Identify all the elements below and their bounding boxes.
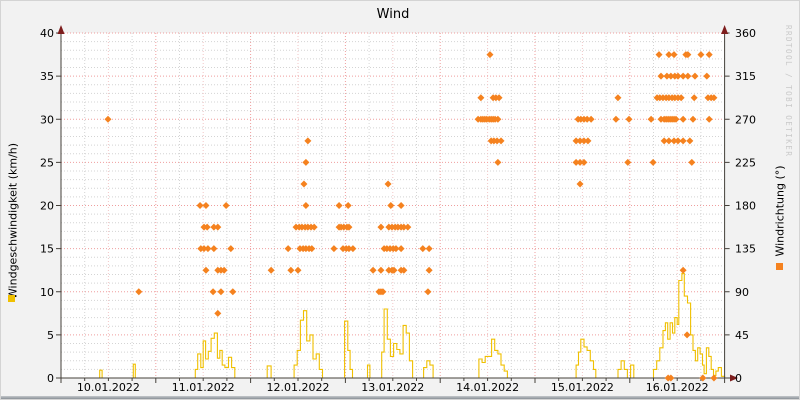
- y-right-tick-label: 360: [735, 27, 756, 40]
- x-date-label: 16.01.2022: [646, 381, 709, 394]
- y-left-tick-label: 35: [40, 70, 54, 83]
- y-right-tick-label: 45: [735, 329, 749, 342]
- y-left-tick-label: 0: [47, 372, 54, 385]
- y-left-tick-label: 30: [40, 113, 54, 126]
- x-date-label: 12.01.2022: [267, 381, 330, 394]
- x-date-label: 14.01.2022: [456, 381, 519, 394]
- y-right-tick-label: 90: [735, 286, 749, 299]
- x-date-label: 10.01.2022: [77, 381, 140, 394]
- plot-svg: 0 5 10 15 20 25 30 35 40 0 45 90 135 180 225 270 315 360 1…: [40, 25, 756, 394]
- x-date-label: 13.01.2022: [361, 381, 424, 394]
- y-left-tick-label: 20: [40, 200, 54, 213]
- x-date-label: 11.01.2022: [172, 381, 235, 394]
- chart-title: Wind: [376, 7, 410, 22]
- x-date-label: 15.01.2022: [551, 381, 614, 394]
- y-left-tick-label: 10: [40, 286, 54, 299]
- y-right-tick-label: 315: [735, 70, 756, 83]
- y-right-tick-label: 135: [735, 243, 756, 256]
- y-left-tick-label: 40: [40, 27, 54, 40]
- y-right-tick-label: 180: [735, 200, 756, 213]
- bottom-bevel-border: [1, 396, 799, 399]
- y-left-tick-label: 15: [40, 243, 54, 256]
- wind-chart-window: Wind Windgeschwindigkeit (km/h) Windrich…: [0, 0, 800, 400]
- y-left-tick-label: 5: [47, 329, 54, 342]
- speed-legend-square: [8, 295, 15, 302]
- y-right-tick-label: 225: [735, 156, 756, 169]
- y-axis-label-left: Windgeschwindigkeit (km/h): [6, 142, 20, 300]
- rrdtool-watermark: RRDTOOL / TOBI OETIKER: [784, 25, 793, 158]
- y-right-tick-label: 270: [735, 113, 756, 126]
- y-left-tick-label: 25: [40, 156, 54, 169]
- direction-legend-square: [776, 263, 783, 270]
- y-right-tick-label: 0: [735, 372, 742, 385]
